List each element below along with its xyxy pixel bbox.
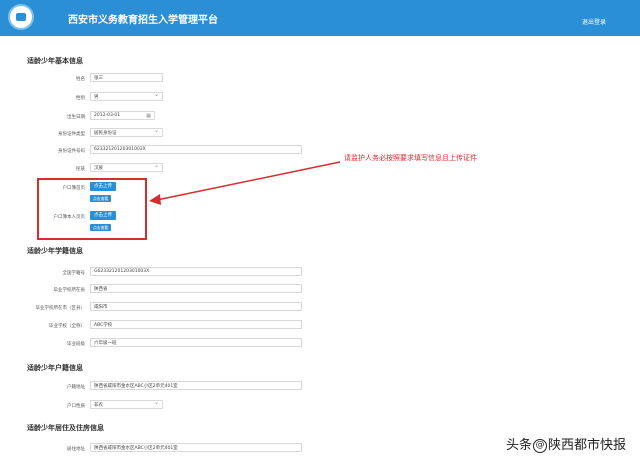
annotation-text: 请监护人务必按照要求填写信息且上传证件 [344, 154, 477, 162]
section-title-school-record: 适龄少年学籍信息 [27, 247, 83, 255]
residence-address-field[interactable]: 陕西省咸阳市金水区ABC小区2单元401室 [90, 443, 302, 452]
grad-school-label: 毕业学校（全称） [49, 324, 85, 329]
student-id-label: 全国学籍号 [62, 271, 86, 276]
grad-province-field[interactable]: 陕西省 [90, 284, 302, 293]
grad-city-label: 毕业学校所在市（区县） [35, 306, 86, 311]
household-type-label: 户口性质 [67, 404, 85, 409]
grad-class-label: 毕业班级 [67, 342, 85, 347]
watermark-prefix: 头条 [505, 438, 532, 453]
household-address-field[interactable]: 陕西省咸阳市金水区ABC小区2单元401室 [90, 381, 302, 390]
household-address-label: 户籍地址 [67, 385, 85, 390]
grad-class-field[interactable]: 六年级一班 [90, 338, 302, 347]
section-title-household: 适龄少年户籍信息 [27, 364, 83, 372]
residence-address-label: 居住地址 [67, 447, 85, 452]
watermark-name: 陕西都市快报 [547, 438, 626, 453]
watermark-at-icon: @ [532, 438, 547, 453]
watermark: 头条 @ 陕西都市快报 [506, 434, 626, 453]
grad-province-label: 毕业学校所在省 [53, 288, 86, 293]
section-title-residence: 适龄少年居住及住房信息 [27, 424, 104, 432]
annotation-arrow-icon [149, 161, 341, 205]
household-type-select[interactable]: 非农 [90, 400, 163, 409]
grad-city-field[interactable]: 咸阳市 [90, 302, 302, 311]
grad-school-field[interactable]: ABC学校 [90, 320, 302, 329]
student-id-field[interactable]: G62332120120301003X [90, 267, 302, 276]
